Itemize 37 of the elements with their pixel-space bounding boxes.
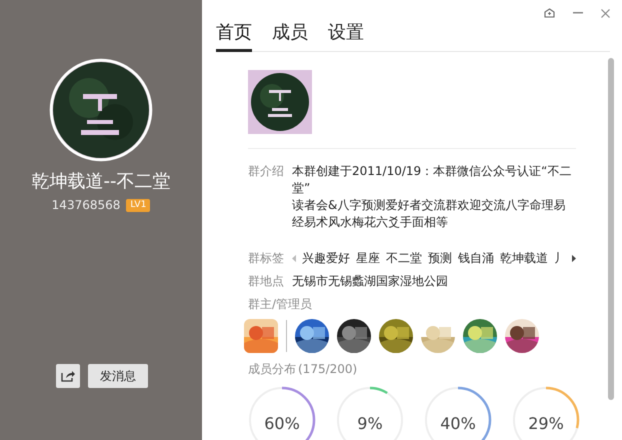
intro-label: 群介绍: [248, 163, 284, 180]
tag[interactable]: 星座: [356, 250, 380, 267]
close-icon[interactable]: [601, 8, 610, 18]
ring-chart: [424, 386, 492, 440]
tags-label: 群标签: [248, 250, 284, 267]
ring-chart: [336, 386, 404, 440]
minimize-icon[interactable]: [573, 12, 583, 14]
tag[interactable]: 兴趣爱好: [302, 250, 350, 267]
scrollbar[interactable]: [608, 58, 614, 400]
ring-value: 9%: [356, 413, 384, 435]
tag[interactable]: 丿: [554, 250, 566, 267]
group-number: 143768568: [52, 197, 120, 214]
intro-text: 本群创建于2011/10/19：本群微信公众号认证“不二堂” 读者会&八字预测爱好者交流群欢迎交流八字命理易经易术风水梅花六爻手面相等: [292, 163, 572, 231]
level-badge: LV1: [126, 198, 150, 212]
tab[interactable]: 首页: [216, 20, 252, 52]
right-arrow-icon[interactable]: [572, 254, 576, 263]
location-label: 群地点: [248, 273, 284, 290]
tag[interactable]: 乾坤载道: [500, 250, 548, 267]
ring-chart: [248, 386, 316, 440]
tag[interactable]: 不二堂: [386, 250, 422, 267]
location-text: 无锡市无锡蠡湖国家湿地公园: [292, 273, 448, 290]
ring-chart: [512, 386, 580, 440]
ring-value: 29%: [527, 413, 565, 435]
skin-icon[interactable]: [544, 8, 555, 18]
group-name: 乾坤载道--不二堂: [32, 170, 170, 194]
distribution-label: 成员分布: [248, 361, 296, 378]
ring-value: 60%: [263, 413, 301, 435]
share-icon: [61, 370, 75, 382]
tab[interactable]: 成员: [272, 20, 308, 52]
share-button[interactable]: [56, 364, 80, 388]
admins-label: 群主/管理员: [248, 296, 314, 313]
tab[interactable]: 设置: [328, 20, 364, 52]
member-count: (175/200): [298, 361, 358, 378]
send-message-button[interactable]: 发消息: [88, 364, 148, 388]
tag[interactable]: 钱自涌: [458, 250, 494, 267]
tag[interactable]: 预测: [428, 250, 452, 267]
ring-value: 40%: [439, 413, 477, 435]
